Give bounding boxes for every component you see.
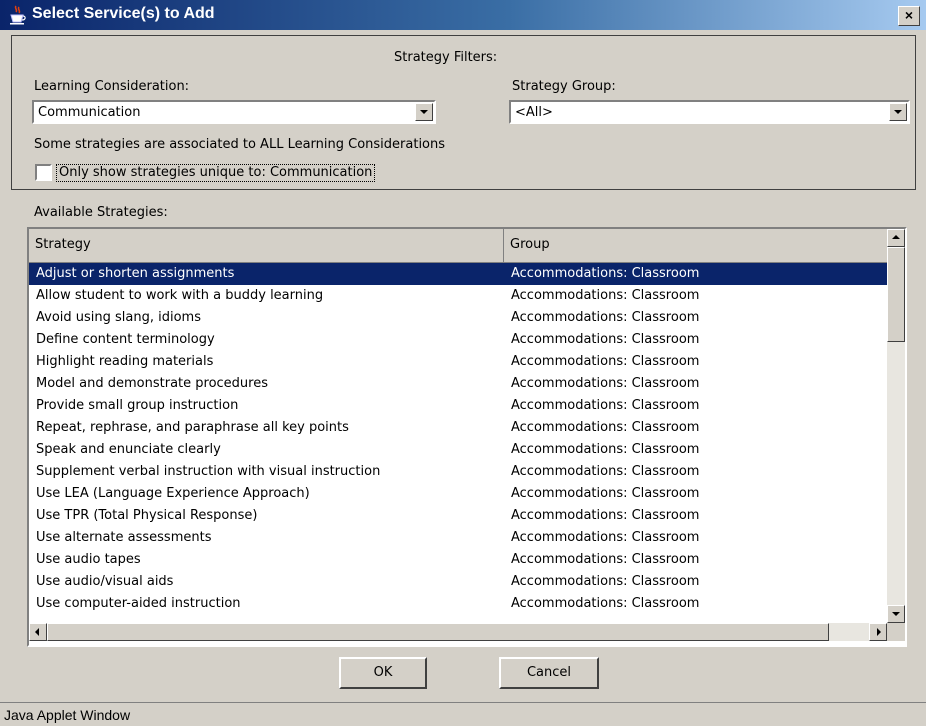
learning-consideration-value: Communication [38, 105, 141, 120]
strategy-group-dropdown-button[interactable] [889, 103, 907, 121]
strategy-cell: Avoid using slang, idioms [36, 310, 201, 325]
vertical-scroll-thumb[interactable] [887, 247, 905, 342]
table-row[interactable]: Use computer-aided instruction Accommodat… [29, 593, 887, 615]
table-row[interactable]: Speak and enunciate clearly Accommodation… [29, 439, 887, 461]
table-row[interactable]: Supplement verbal instruction with visua… [29, 461, 887, 483]
horizontal-scroll-thumb[interactable] [47, 623, 829, 641]
unique-strategies-checkbox[interactable] [35, 164, 52, 181]
strategy-cell: Provide small group instruction [36, 398, 239, 413]
strategy-cell: Repeat, rephrase, and paraphrase all key… [36, 420, 349, 435]
arrow-right-icon [877, 628, 881, 636]
table-row[interactable]: Use alternate assessments Accommodations:… [29, 527, 887, 549]
title-bar[interactable]: Select Service(s) to Add × [0, 0, 926, 30]
table-row[interactable]: Provide small group instruction Accommoda… [29, 395, 887, 417]
column-header-group[interactable]: Group [504, 229, 887, 262]
group-cell: Accommodations: Classroom [511, 442, 700, 457]
table-row[interactable]: Avoid using slang, idioms Accommodations:… [29, 307, 887, 329]
group-cell: Accommodations: Classroom [511, 574, 700, 589]
status-text: Java Applet Window [4, 707, 131, 723]
chevron-down-icon [420, 110, 428, 114]
strategy-cell: Speak and enunciate clearly [36, 442, 221, 457]
strategy-cell: Use LEA (Language Experience Approach) [36, 486, 310, 501]
strategy-cell: Use audio tapes [36, 552, 141, 567]
table-row[interactable]: Define content terminology Accommodations… [29, 329, 887, 351]
table-row[interactable]: Repeat, rephrase, and paraphrase all key… [29, 417, 887, 439]
horizontal-scrollbar[interactable] [29, 623, 887, 641]
scroll-down-button[interactable] [887, 605, 905, 623]
strategy-group-dropdown[interactable]: <All> [509, 100, 910, 124]
group-cell: Accommodations: Classroom [511, 332, 700, 347]
group-cell: Accommodations: Classroom [511, 376, 700, 391]
scroll-left-button[interactable] [29, 623, 47, 641]
group-cell: Accommodations: Classroom [511, 486, 700, 501]
scrollbar-corner [887, 623, 905, 641]
strategy-cell: Supplement verbal instruction with visua… [36, 464, 381, 479]
table-header: Strategy Group [29, 229, 887, 263]
cancel-button[interactable]: Cancel [499, 657, 599, 689]
table-row[interactable]: Allow student to work with a buddy learn… [29, 285, 887, 307]
vertical-scrollbar[interactable] [887, 229, 905, 623]
group-cell: Accommodations: Classroom [511, 354, 700, 369]
strategy-filters-legend: Strategy Filters: [388, 50, 504, 66]
strategy-cell: Use computer-aided instruction [36, 596, 241, 611]
strategy-group-label: Strategy Group: [512, 79, 616, 94]
column-header-strategy[interactable]: Strategy [29, 229, 504, 262]
learning-consideration-dropdown-button[interactable] [415, 103, 433, 121]
group-cell: Accommodations: Classroom [511, 596, 700, 611]
strategies-table: Strategy Group Adjust or shorten assignm… [27, 227, 907, 647]
arrow-left-icon [35, 628, 39, 636]
strategy-cell: Define content terminology [36, 332, 215, 347]
strategy-cell: Model and demonstrate procedures [36, 376, 269, 391]
table-row[interactable]: Use audio/visual aids Accommodations: Cla… [29, 571, 887, 593]
group-cell: Accommodations: Classroom [511, 508, 700, 523]
close-button[interactable]: × [898, 6, 920, 26]
group-cell: Accommodations: Classroom [511, 398, 700, 413]
close-icon: × [904, 7, 914, 23]
table-row[interactable]: Adjust or shorten assignments Accommodati… [29, 263, 887, 285]
strategy-cell: Adjust or shorten assignments [36, 266, 235, 281]
chevron-down-icon [894, 110, 902, 114]
strategy-cell: Allow student to work with a buddy learn… [36, 288, 324, 303]
group-cell: Accommodations: Classroom [511, 530, 700, 545]
table-row[interactable]: Use audio tapes Accommodations: Classroom [29, 549, 887, 571]
group-cell: Accommodations: Classroom [511, 310, 700, 325]
strategy-cell: Use alternate assessments [36, 530, 212, 545]
group-cell: Accommodations: Classroom [511, 420, 700, 435]
strategy-cell: Use TPR (Total Physical Response) [36, 508, 258, 523]
table-body: Adjust or shorten assignments Accommodati… [29, 263, 887, 615]
status-bar: Java Applet Window [0, 702, 926, 726]
group-cell: Accommodations: Classroom [511, 464, 700, 479]
strategy-cell: Highlight reading materials [36, 354, 214, 369]
strategy-cell: Use audio/visual aids [36, 574, 174, 589]
group-cell: Accommodations: Classroom [511, 552, 700, 567]
arrow-up-icon [892, 235, 900, 239]
association-note: Some strategies are associated to ALL Le… [34, 137, 446, 152]
available-strategies-label: Available Strategies: [34, 205, 168, 220]
group-cell: Accommodations: Classroom [511, 266, 700, 281]
java-cup-icon [10, 5, 26, 25]
ok-button[interactable]: OK [339, 657, 427, 689]
group-cell: Accommodations: Classroom [511, 288, 700, 303]
scroll-right-button[interactable] [869, 623, 887, 641]
learning-consideration-label: Learning Consideration: [34, 79, 190, 94]
table-row[interactable]: Highlight reading materials Accommodation… [29, 351, 887, 373]
scroll-up-button[interactable] [887, 229, 905, 247]
table-row[interactable]: Use LEA (Language Experience Approach) Ac… [29, 483, 887, 505]
table-row[interactable]: Use TPR (Total Physical Response) Accommo… [29, 505, 887, 527]
strategy-group-value: <All> [515, 105, 553, 120]
table-row[interactable]: Model and demonstrate procedures Accommod… [29, 373, 887, 395]
window-title: Select Service(s) to Add [32, 5, 215, 22]
learning-consideration-dropdown[interactable]: Communication [32, 100, 436, 124]
unique-strategies-checkbox-label[interactable]: Only show strategies unique to: Communic… [56, 164, 376, 182]
arrow-down-icon [892, 612, 900, 616]
